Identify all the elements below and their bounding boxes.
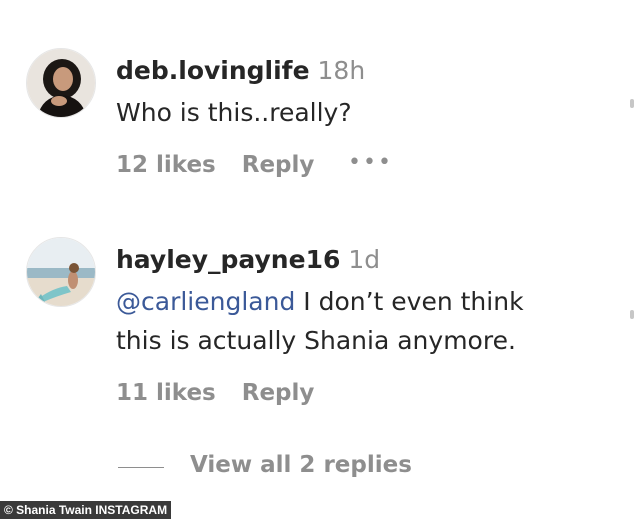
scroll-edge-indicator	[630, 99, 634, 108]
comment-actions: 11 likes Reply	[116, 380, 314, 406]
likes-count[interactable]: 12 likes	[116, 152, 216, 178]
view-replies-button[interactable]: View all 2 replies	[190, 452, 412, 478]
comment-text-line-1: @carliengland I don’t even think	[116, 282, 524, 321]
avatar[interactable]	[26, 48, 96, 118]
comment-text: I don’t even think	[295, 287, 524, 316]
comment-timestamp: 1d	[348, 245, 381, 274]
mention-link[interactable]: @carliengland	[116, 287, 295, 316]
comment-username[interactable]: hayley_payne16 1d	[116, 245, 380, 274]
user-avatar-dark-hair-icon	[27, 49, 95, 117]
username-text[interactable]: hayley_payne16	[116, 245, 340, 274]
avatar[interactable]	[26, 237, 96, 307]
more-options-icon[interactable]: •••	[348, 150, 393, 175]
reply-button[interactable]: Reply	[242, 152, 315, 178]
photo-credit: © Shania Twain INSTAGRAM	[0, 501, 172, 519]
comment-actions: 12 likes Reply	[116, 152, 314, 178]
comment-text: Who is this..really?	[116, 98, 352, 127]
comment-text-line-2: this is actually Shania anymore.	[116, 326, 516, 355]
comment-timestamp: 18h	[317, 56, 366, 85]
scroll-edge-indicator	[630, 310, 634, 319]
comment-username[interactable]: deb.lovinglife 18h	[116, 56, 365, 85]
view-replies-divider	[118, 467, 164, 468]
username-text[interactable]: deb.lovinglife	[116, 56, 310, 85]
likes-count[interactable]: 11 likes	[116, 380, 216, 406]
reply-button[interactable]: Reply	[242, 380, 315, 406]
user-avatar-beach-mermaid-icon	[27, 238, 95, 306]
